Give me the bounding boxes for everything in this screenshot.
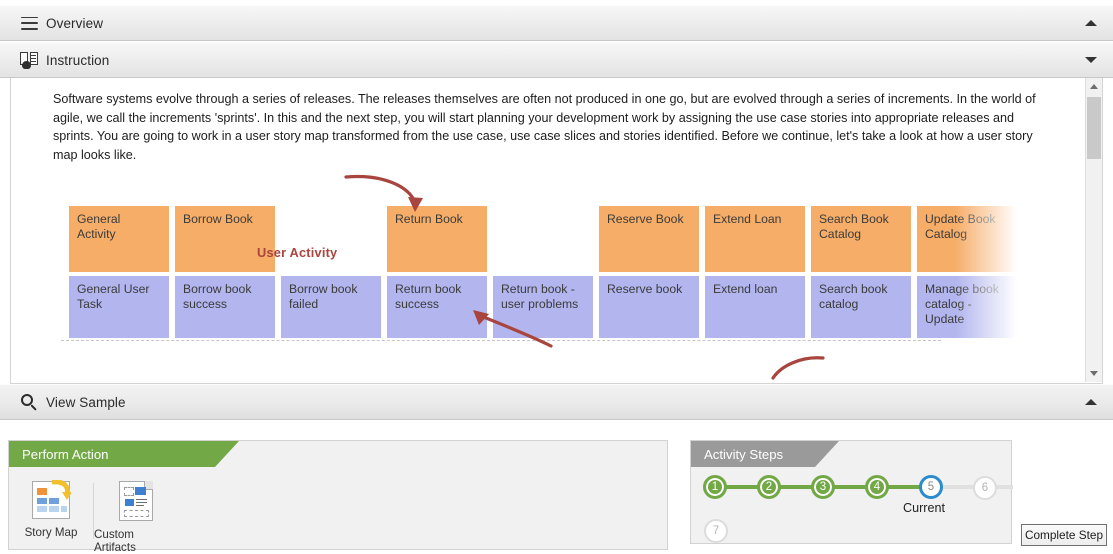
current-step-label: Current [903, 501, 945, 515]
custom-artifacts-icon [119, 481, 153, 521]
user-story-map: General Activity Borrow Book Return Book… [11, 78, 1087, 382]
story-map-icon [32, 480, 71, 519]
story-map-label: Story Map [24, 526, 78, 539]
activity-card[interactable]: Search Book Catalog [811, 206, 911, 272]
overview-section-header[interactable]: Overview [0, 5, 1113, 41]
perform-action-banner: Perform Action [9, 441, 215, 467]
annotation-user-activity: User Activity [257, 245, 338, 260]
step-node-7[interactable]: 7 [704, 519, 728, 543]
instruction-section-header[interactable]: Instruction [0, 42, 1113, 78]
activity-card[interactable]: Update Book Catalog [917, 206, 1017, 272]
release-divider [61, 340, 941, 341]
task-card[interactable]: General User Task [69, 276, 169, 338]
instruction-collapse-chevron-icon[interactable] [1085, 57, 1097, 63]
task-card[interactable]: Return book success [387, 276, 487, 338]
overview-collapse-chevron-icon[interactable] [1085, 20, 1097, 26]
activity-card[interactable]: Borrow Book [175, 206, 275, 272]
perform-action-panel: Perform Action Story Map Custom Artifact… [8, 440, 668, 554]
scroll-down-button[interactable] [1086, 365, 1102, 382]
scrollbar-thumb[interactable] [1087, 97, 1101, 159]
step-node-3[interactable]: 3 [811, 475, 835, 499]
activity-steps-banner-tail [815, 441, 839, 467]
activity-card[interactable]: Reserve Book [599, 206, 699, 272]
task-card[interactable]: Manage book catalog - Update [917, 276, 1017, 338]
task-card[interactable]: Return book - user problems [493, 276, 593, 338]
step-node-1[interactable]: 1 [703, 475, 727, 499]
step-node-6[interactable]: 6 [973, 476, 997, 500]
book-icon [12, 52, 46, 69]
custom-artifacts-label: Custom Artifacts [94, 528, 136, 554]
activity-card[interactable]: General Activity [69, 206, 169, 272]
activity-card[interactable]: Return Book [387, 206, 487, 272]
instruction-title: Instruction [46, 52, 110, 68]
view-sample-collapse-chevron-icon[interactable] [1085, 399, 1097, 405]
activity-steps-panel: Activity Steps 1 2 3 4 5 6 7 Current [690, 440, 1013, 544]
custom-artifacts-action[interactable]: Custom Artifacts [94, 475, 178, 554]
step-node-4[interactable]: 4 [865, 475, 889, 499]
instruction-scrollbar[interactable] [1085, 78, 1102, 382]
step-node-2[interactable]: 2 [757, 475, 781, 499]
perform-action-banner-tail [215, 441, 239, 467]
task-card[interactable]: Extend loan [705, 276, 805, 338]
activity-steps-banner: Activity Steps [691, 441, 815, 467]
perform-action-banner-label: Perform Action [22, 446, 109, 462]
search-icon [12, 393, 46, 411]
task-card[interactable]: Reserve book [599, 276, 699, 338]
activity-card[interactable]: Extend Loan [705, 206, 805, 272]
view-sample-title: View Sample [46, 394, 126, 410]
hamburger-icon [12, 16, 46, 30]
activity-page: Overview Instruction Software systems ev… [0, 0, 1113, 554]
activity-steps-banner-label: Activity Steps [704, 446, 784, 462]
instruction-body: Software systems evolve through a series… [10, 78, 1103, 384]
story-map-action[interactable]: Story Map [9, 475, 93, 539]
view-sample-section-header[interactable]: View Sample [0, 384, 1113, 420]
overview-title: Overview [46, 15, 104, 31]
task-card[interactable]: Borrow book failed [281, 276, 381, 338]
activity-steps-tracker: 1 2 3 4 5 6 7 Current [691, 471, 1013, 543]
step-node-5[interactable]: 5 [919, 475, 943, 499]
task-card[interactable]: Search book catalog [811, 276, 911, 338]
task-card[interactable]: Borrow book success [175, 276, 275, 338]
complete-step-button[interactable]: Complete Step [1021, 524, 1107, 546]
scroll-up-button[interactable] [1086, 78, 1102, 95]
perform-action-buttons: Story Map Custom Artifacts [9, 475, 178, 554]
